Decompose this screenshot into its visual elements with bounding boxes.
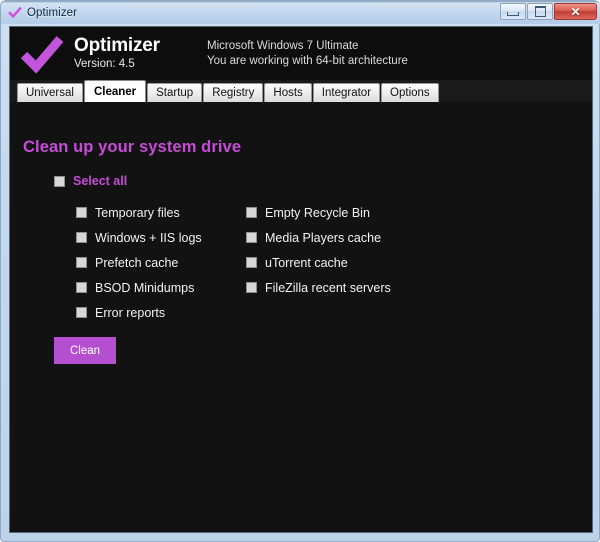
window-title: Optimizer [27, 6, 78, 19]
checkbox-error-reports[interactable] [76, 307, 87, 318]
label-prefetch-cache: Prefetch cache [95, 255, 179, 270]
brand-block: Optimizer Version: 4.5 [74, 35, 202, 72]
cleaner-options-right-column: Empty Recycle Bin Media Players cache uT… [246, 200, 391, 300]
maximize-icon [534, 6, 546, 17]
application-window: Optimizer ✕ Optimizer Version: 4.5 Micro… [0, 0, 600, 542]
option-temporary-files[interactable]: Temporary files [76, 200, 202, 225]
app-surface: Optimizer Version: 4.5 Microsoft Windows… [9, 26, 593, 533]
cleaner-panel: Clean up your system drive Select all Te… [10, 102, 592, 532]
option-media-players-cache[interactable]: Media Players cache [246, 225, 391, 250]
tab-cleaner-label: Cleaner [93, 85, 137, 98]
label-utorrent-cache: uTorrent cache [265, 255, 348, 270]
option-utorrent-cache[interactable]: uTorrent cache [246, 250, 391, 275]
select-all-label: Select all [73, 174, 128, 188]
select-all-row[interactable]: Select all [54, 174, 127, 188]
checkbox-prefetch-cache[interactable] [76, 257, 87, 268]
label-windows-iis-logs: Windows + IIS logs [95, 230, 202, 245]
checkbox-windows-iis-logs[interactable] [76, 232, 87, 243]
tab-registry[interactable]: Registry [203, 83, 264, 102]
tab-hosts-label: Hosts [273, 87, 303, 99]
maximize-button[interactable] [527, 3, 553, 20]
os-name: Microsoft Windows 7 Ultimate [207, 39, 359, 52]
label-filezilla-recent-servers: FileZilla recent servers [265, 280, 391, 295]
checkbox-utorrent-cache[interactable] [246, 257, 257, 268]
tab-integrator[interactable]: Integrator [312, 83, 381, 102]
checkbox-empty-recycle-bin[interactable] [246, 207, 257, 218]
tab-options-label: Options [390, 87, 430, 99]
checkbox-media-players-cache[interactable] [246, 232, 257, 243]
option-prefetch-cache[interactable]: Prefetch cache [76, 250, 202, 275]
app-header: Optimizer Version: 4.5 Microsoft Windows… [10, 27, 592, 80]
tab-strip: Universal Cleaner Startup Registry Hosts… [10, 80, 592, 102]
option-error-reports[interactable]: Error reports [76, 300, 202, 325]
label-bsod-minidumps: BSOD Minidumps [95, 280, 195, 295]
tab-startup[interactable]: Startup [147, 83, 203, 102]
tab-integrator-label: Integrator [321, 87, 372, 99]
cleaner-options-left-column: Temporary files Windows + IIS logs Prefe… [76, 200, 202, 325]
tab-cleaner[interactable]: Cleaner [83, 80, 147, 102]
tab-hosts[interactable]: Hosts [264, 83, 312, 102]
checkbox-bsod-minidumps[interactable] [76, 282, 87, 293]
checkbox-temporary-files[interactable] [76, 207, 87, 218]
close-icon: ✕ [570, 4, 581, 19]
title-bar[interactable]: Optimizer ✕ [1, 1, 600, 24]
system-info: Microsoft Windows 7 Ultimate You are wor… [207, 39, 408, 69]
label-empty-recycle-bin: Empty Recycle Bin [265, 205, 370, 220]
select-all-checkbox[interactable] [54, 175, 65, 187]
option-empty-recycle-bin[interactable]: Empty Recycle Bin [246, 200, 391, 225]
window-controls: ✕ [499, 3, 597, 20]
tab-options[interactable]: Options [381, 83, 439, 102]
app-name: Optimizer [74, 35, 160, 56]
tab-universal[interactable]: Universal [17, 83, 83, 102]
tab-registry-label: Registry [212, 87, 255, 99]
page-title: Clean up your system drive [23, 138, 242, 156]
label-error-reports: Error reports [95, 305, 166, 320]
minimize-button[interactable] [500, 3, 526, 20]
os-architecture: You are working with 64-bit architecture [207, 54, 408, 67]
app-version: Version: 4.5 [74, 58, 135, 70]
close-button[interactable]: ✕ [554, 3, 597, 20]
checkmark-icon [8, 6, 22, 20]
minimize-icon [507, 12, 519, 16]
option-filezilla-recent-servers[interactable]: FileZilla recent servers [246, 275, 391, 300]
clean-button[interactable]: Clean [54, 337, 116, 364]
label-temporary-files: Temporary files [95, 205, 180, 220]
option-windows-iis-logs[interactable]: Windows + IIS logs [76, 225, 202, 250]
tab-universal-label: Universal [26, 87, 74, 99]
label-media-players-cache: Media Players cache [265, 230, 382, 245]
checkbox-filezilla-recent-servers[interactable] [246, 282, 257, 293]
checkmark-logo-icon [20, 34, 64, 74]
option-bsod-minidumps[interactable]: BSOD Minidumps [76, 275, 202, 300]
tab-startup-label: Startup [156, 87, 194, 99]
